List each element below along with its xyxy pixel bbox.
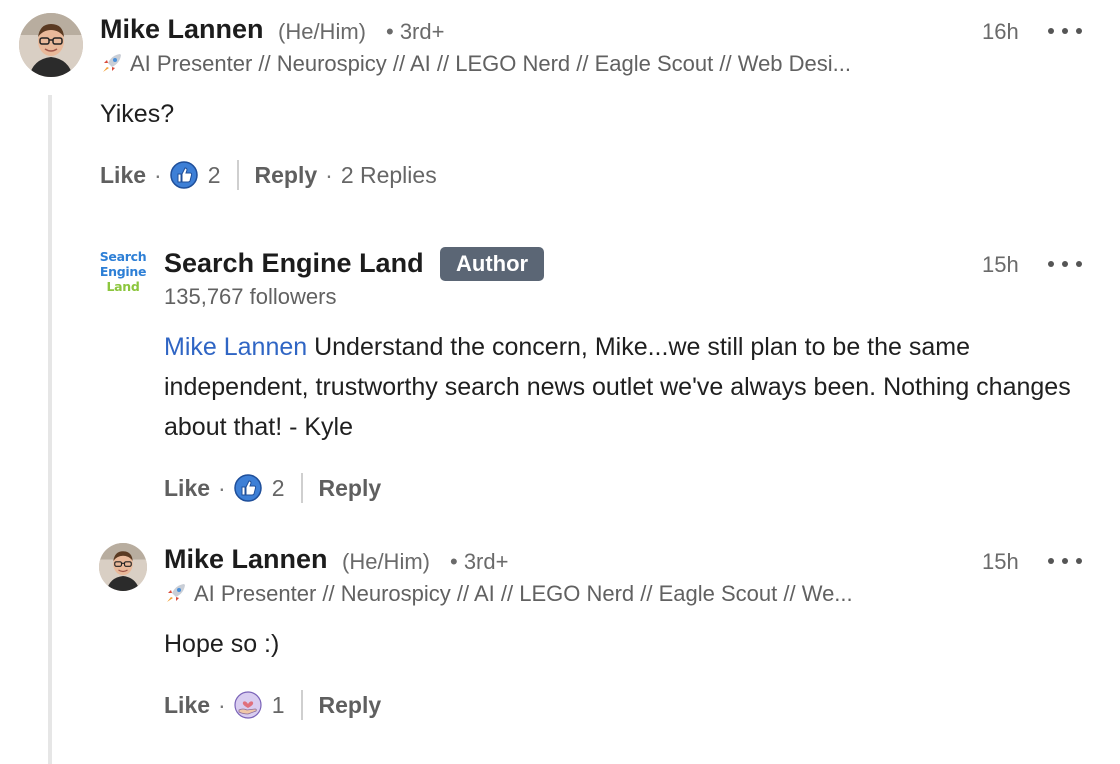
avatar[interactable] [99,543,147,591]
comment-actions: Like · 2 Reply · 2 Replies [100,158,437,192]
connection-degree: • 3rd+ [450,549,509,574]
author-pronouns: (He/Him) [278,19,366,44]
more-options-icon[interactable] [1048,257,1082,271]
connection-degree: • 3rd+ [386,19,445,44]
divider [300,690,303,720]
reply-button[interactable]: Reply [255,162,318,189]
rocket-icon [100,52,124,74]
author-name[interactable]: Mike Lannen [164,544,328,575]
separator-dot: · [218,474,226,501]
separator-dot: · [154,161,162,188]
reply-button[interactable]: Reply [319,475,382,502]
separator-dot: · [325,161,333,188]
follower-count: 135,767 followers [164,284,337,309]
author-badge: Author [440,247,545,281]
comment-actions: Like · 2 Reply [164,471,381,505]
comment-timestamp: 15h [982,252,1019,277]
divider [300,473,303,503]
mention-link[interactable]: Mike Lannen [164,333,307,361]
reaction-count[interactable]: 1 [272,692,285,719]
like-thumbs-up-icon[interactable] [169,161,198,189]
separator-dot: · [218,691,226,718]
headline-text: AI Presenter // Neurospicy // AI // LEGO… [130,51,852,76]
comment-text: Hope so :) [164,630,280,658]
more-options-icon[interactable] [1048,24,1082,38]
search-engine-land-logo[interactable]: Search Engine Land [99,246,147,296]
logo-word: Engine [99,263,147,279]
rocket-icon [164,582,188,604]
author-name[interactable]: Search Engine Land [164,248,424,279]
like-thumbs-up-icon[interactable] [233,474,262,502]
more-options-icon[interactable] [1048,554,1082,568]
comment-text: Mike Lannen Understand the concern, Mike… [164,327,1084,447]
comment-actions: Like · 1 Reply [164,688,381,722]
logo-word: Search [99,248,147,264]
replies-link[interactable]: 2 Replies [341,162,437,189]
author-pronouns: (He/Him) [342,549,430,574]
reaction-count[interactable]: 2 [208,162,221,189]
like-button[interactable]: Like [164,692,210,719]
comment-timestamp: 15h [982,549,1019,574]
avatar-photo-icon [99,543,147,591]
author-name[interactable]: Mike Lannen [100,14,264,45]
like-button[interactable]: Like [100,162,146,189]
reply-button[interactable]: Reply [319,692,382,719]
author-headline: AI Presenter // Neurospicy // AI // LEGO… [164,581,853,607]
support-heart-hand-icon[interactable] [234,691,262,719]
comment-timestamp: 16h [982,19,1019,44]
headline-text: AI Presenter // Neurospicy // AI // LEGO… [194,581,853,606]
logo-word: Land [106,278,140,294]
divider [236,160,239,190]
thread-line [48,95,52,764]
avatar-photo-icon [19,13,83,77]
comment-text: Yikes? [100,100,175,128]
reaction-count[interactable]: 2 [272,475,285,502]
avatar[interactable] [19,13,83,77]
like-button[interactable]: Like [164,475,210,502]
author-headline: AI Presenter // Neurospicy // AI // LEGO… [100,51,851,77]
